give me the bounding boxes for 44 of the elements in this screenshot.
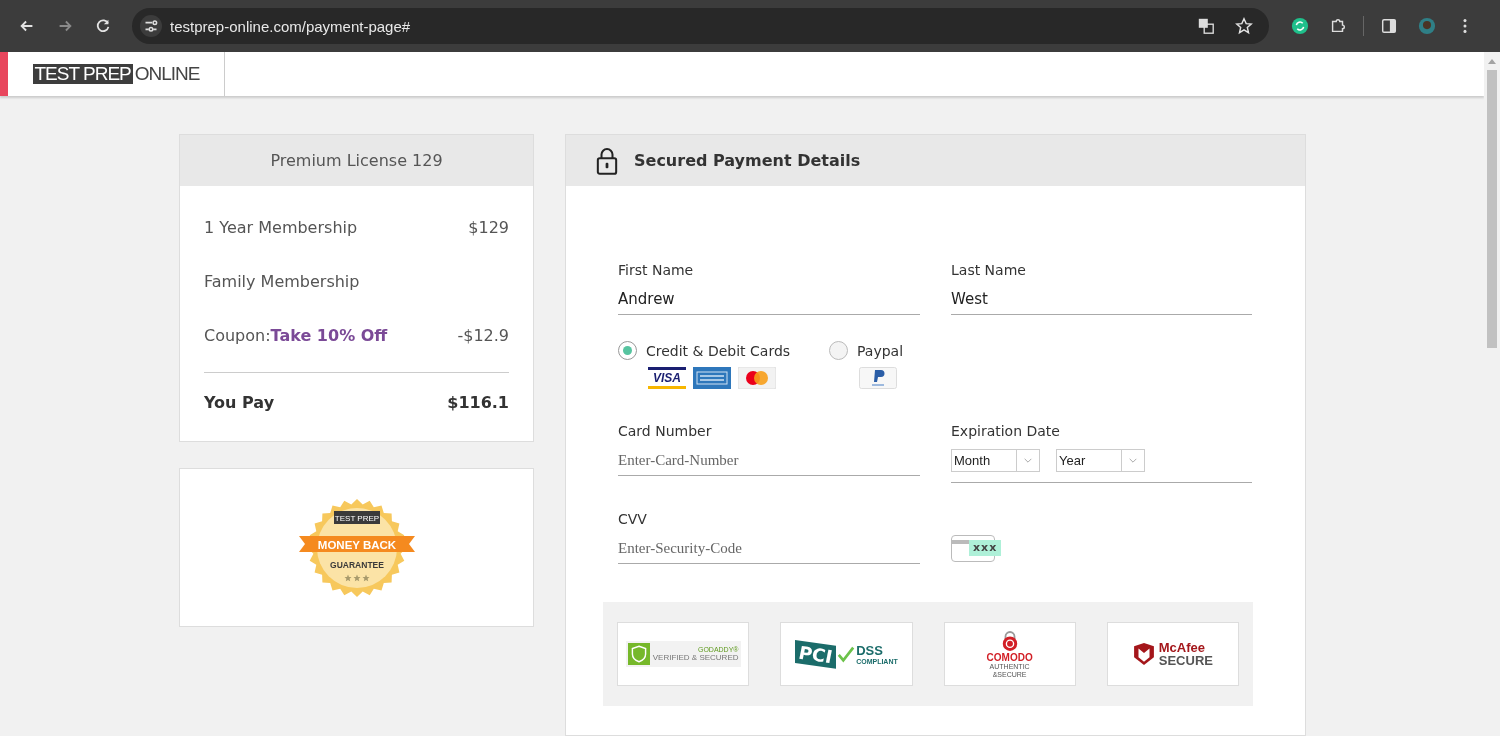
address-bar[interactable]: testprep-online.com/payment-page# <box>132 8 1269 44</box>
security-seal: McAfee SECURE <box>1106 622 1239 686</box>
url-text: testprep-online.com/payment-page# <box>170 17 411 35</box>
payment-method-label[interactable]: Credit & Debit Cards <box>646 342 791 359</box>
card-number-field[interactable]: Enter-Card-Number <box>618 445 920 476</box>
sync-extension-icon[interactable] <box>1291 17 1309 35</box>
amex-card-icon <box>693 367 731 389</box>
line-item-label: Coupon:Take 10% Off <box>204 325 388 345</box>
star-icon[interactable] <box>1235 17 1253 35</box>
profile-avatar-icon[interactable] <box>1418 17 1436 35</box>
field-label: Last Name <box>951 262 1027 278</box>
reload-icon[interactable] <box>94 17 112 35</box>
total-amount: $116.1 <box>447 393 509 414</box>
last-name-field[interactable]: West <box>951 284 1252 315</box>
order-summary-title: Premium License 129 <box>180 135 533 186</box>
padlock-icon <box>1000 629 1019 652</box>
panel-title: Secured Payment Details <box>634 151 861 170</box>
visa-logo: VISA <box>648 367 686 389</box>
field-label: CVV <box>618 511 648 527</box>
radio-button[interactable] <box>829 341 848 360</box>
month-dropdown[interactable]: Month <box>951 449 1040 472</box>
year-dropdown[interactable]: Year <box>1056 449 1145 472</box>
checkmark-icon <box>837 645 856 663</box>
field-label: Card Number <box>618 423 713 439</box>
payment-method-label[interactable]: Paypal <box>857 342 904 359</box>
extensions-icon[interactable] <box>1329 17 1347 35</box>
first-name-field[interactable]: Andrew <box>618 284 920 315</box>
field-label: Expiration Date <box>951 423 1061 439</box>
paypal-icon <box>859 367 897 389</box>
lock-icon <box>596 146 618 175</box>
mastercard-icon <box>738 367 776 389</box>
line-item-amount: $129 <box>468 217 509 237</box>
translate-icon[interactable] <box>1197 17 1215 35</box>
radio-button[interactable] <box>618 341 637 360</box>
total-label: You Pay <box>204 393 275 414</box>
cvv-field[interactable]: Enter-Security-Code <box>618 533 920 564</box>
side-panel-icon[interactable] <box>1380 17 1398 35</box>
field-label: First Name <box>618 262 695 278</box>
line-item-label: 1 Year Membership <box>204 217 358 237</box>
line-item-label: Family Membership <box>204 271 360 291</box>
shield-icon <box>1132 641 1155 667</box>
line-item-amount: -$12.9 <box>457 325 509 345</box>
site-settings-icon[interactable] <box>140 15 162 37</box>
shield-lock-icon <box>627 643 650 665</box>
